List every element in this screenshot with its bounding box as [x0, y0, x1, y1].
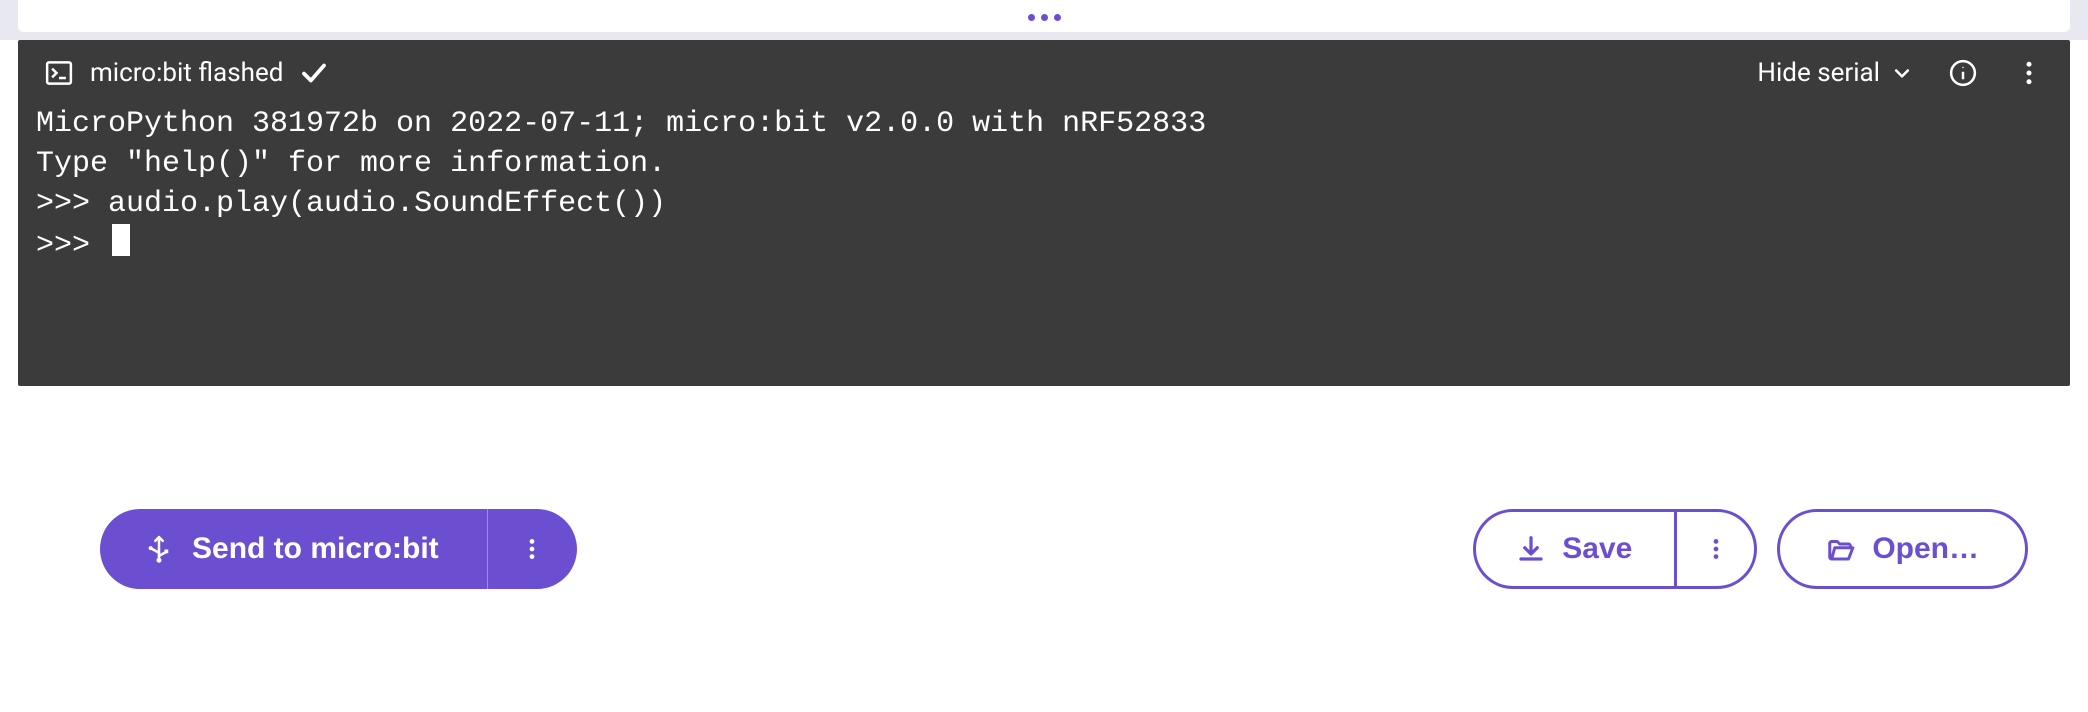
info-icon[interactable]: [1948, 58, 1978, 88]
repl-prompt: >>>: [36, 229, 108, 263]
panel-resize-strip[interactable]: [0, 0, 2088, 40]
send-to-microbit-button[interactable]: Send to micro:bit: [100, 509, 487, 589]
kebab-vertical-icon[interactable]: [2014, 58, 2044, 88]
usb-icon: [144, 534, 174, 564]
kebab-vertical-icon: [519, 536, 545, 562]
hide-serial-button[interactable]: Hide serial: [1757, 58, 1912, 88]
repl-prompt: >>>: [36, 187, 108, 221]
app-root: micro:bit flashed Hide serial: [0, 0, 2088, 712]
download-icon: [1516, 534, 1546, 564]
repl-command: audio.play(audio.SoundEffect()): [108, 187, 666, 221]
serial-line: Type "help()" for more information.: [36, 144, 2052, 184]
send-button-label: Send to micro:bit: [192, 532, 439, 566]
chevron-down-icon: [1892, 63, 1912, 83]
save-button[interactable]: Save: [1476, 512, 1674, 586]
open-button[interactable]: Open…: [1777, 509, 2028, 589]
save-more-button[interactable]: [1674, 512, 1754, 586]
serial-line: MicroPython 381972b on 2022-07-11; micro…: [36, 104, 2052, 144]
terminal-icon: [44, 58, 74, 88]
send-more-button[interactable]: [487, 509, 577, 589]
open-button-label: Open…: [1872, 532, 1979, 566]
send-button-group: Send to micro:bit: [100, 509, 577, 589]
kebab-vertical-icon: [1703, 536, 1729, 562]
folder-open-icon: [1826, 534, 1856, 564]
check-icon: [299, 58, 329, 88]
serial-status-label: micro:bit flashed: [90, 58, 283, 88]
save-button-label: Save: [1562, 532, 1632, 566]
serial-output[interactable]: MicroPython 381972b on 2022-07-11; micro…: [18, 98, 2070, 386]
hide-serial-label: Hide serial: [1757, 58, 1880, 88]
serial-status: micro:bit flashed: [44, 58, 1739, 88]
save-button-group: Save: [1473, 509, 1757, 589]
serial-header: micro:bit flashed Hide serial: [18, 40, 2070, 98]
serial-line: >>>: [36, 224, 2052, 266]
drag-handle-icon: [1028, 14, 1061, 21]
cursor-icon: [112, 224, 130, 256]
serial-line: >>> audio.play(audio.SoundEffect()): [36, 184, 2052, 224]
bottom-toolbar: Send to micro:bit Save: [0, 386, 2088, 712]
serial-panel: micro:bit flashed Hide serial: [18, 40, 2070, 386]
